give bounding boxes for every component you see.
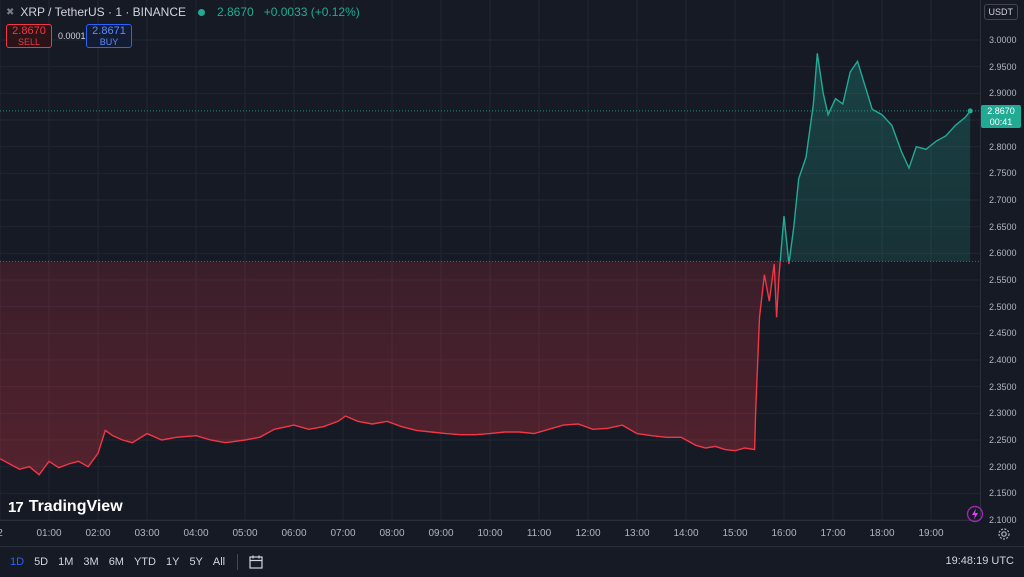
spread-value: 0.0001: [58, 31, 86, 41]
price-tick-label: 2.3500: [989, 381, 1017, 392]
time-tick-label: 2: [0, 528, 3, 539]
price-tick-label: 2.1500: [989, 488, 1017, 499]
last-price-tag: 2.8670 00:41: [981, 105, 1021, 128]
time-tick-label: 13:00: [624, 528, 650, 539]
lightning-icon[interactable]: [966, 505, 984, 523]
time-tick-label: 12:00: [575, 528, 601, 539]
time-tick-label: 17:00: [820, 528, 846, 539]
calendar-icon[interactable]: [248, 554, 264, 570]
time-axis[interactable]: 2 01:00 02:00 03:00 04:00 05:00 06:00 07:00 08:0…: [0, 520, 980, 547]
last-price-point: [967, 108, 973, 114]
range-button-1y[interactable]: 1Y: [166, 556, 179, 568]
sell-button[interactable]: 2.8670 SELL: [6, 24, 52, 48]
time-tick-label: 07:00: [330, 528, 356, 539]
price-tick-label: 2.5500: [989, 275, 1017, 285]
price-axis[interactable]: 3.00002.95002.90002.85002.80002.75002.70…: [980, 0, 1024, 525]
logo-mark: 17: [8, 498, 24, 516]
range-button-6m[interactable]: 6M: [109, 556, 124, 568]
price-tick-label: 2.2500: [989, 435, 1017, 445]
symbol-title[interactable]: XRP / TetherUS · 1 · BINANCE: [20, 5, 186, 19]
price-tick-label: 2.1000: [989, 515, 1017, 525]
chart-area[interactable]: [0, 0, 980, 520]
range-button-5d[interactable]: 5D: [34, 556, 48, 568]
price-tick-label: 3.0000: [989, 35, 1017, 45]
time-tick-label: 06:00: [281, 528, 307, 539]
time-tick-label: 15:00: [722, 528, 748, 539]
time-tick-label: 05:00: [232, 528, 258, 539]
tradingview-logo[interactable]: 17 TradingView: [8, 498, 123, 516]
buy-price: 2.8671: [92, 25, 126, 37]
price-tick-label: 2.8000: [989, 141, 1017, 152]
time-tick-label: 14:00: [673, 528, 699, 539]
time-tick-label: 18:00: [869, 528, 895, 539]
price-tick-label: 2.4000: [989, 355, 1017, 365]
time-tick-label: 11:00: [526, 528, 552, 539]
price-tick-label: 2.9000: [989, 88, 1017, 99]
utc-clock[interactable]: 19:48:19 UTC: [946, 555, 1014, 567]
price-tick-label: 2.3000: [989, 408, 1017, 419]
price-tick-label: 2.7500: [989, 168, 1017, 179]
time-tick-label: 04:00: [183, 528, 209, 539]
time-tick-label: 09:00: [428, 528, 454, 539]
toolbar-divider: [237, 554, 239, 570]
time-tick-label: 16:00: [771, 528, 797, 539]
legend-change: +0.0033 (+0.12%): [263, 5, 360, 19]
time-tick-label: 03:00: [134, 528, 160, 539]
range-button-ytd[interactable]: YTD: [134, 556, 156, 568]
time-tick-label: 10:00: [477, 528, 503, 539]
time-tick-label: 01:00: [36, 528, 62, 539]
last-price-tag-countdown: 00:41: [989, 117, 1013, 127]
sell-label: SELL: [17, 37, 41, 47]
settings-icon[interactable]: [997, 527, 1011, 541]
range-button-1d[interactable]: 1D: [10, 556, 24, 568]
price-tick-label: 2.9500: [989, 61, 1017, 72]
time-tick-label: 08:00: [379, 528, 405, 539]
logo-text: TradingView: [28, 498, 123, 515]
bottom-toolbar: 1D 5D 1M 3M 6M YTD 1Y 5Y All 19:48:19 UTC: [0, 546, 1024, 577]
last-price-tag-price: 2.8670: [987, 106, 1015, 116]
buy-button[interactable]: 2.8671 BUY: [86, 24, 132, 48]
sell-price: 2.8670: [12, 25, 46, 37]
buy-label: BUY: [99, 37, 119, 47]
status-dot: [198, 8, 205, 16]
time-tick-label: 19:00: [918, 528, 944, 539]
symbol-legend: ✖ XRP / TetherUS · 1 · BINANCE 2.8670 +0…: [6, 5, 360, 19]
range-button-3m[interactable]: 3M: [83, 556, 98, 568]
price-tick-label: 2.7000: [989, 195, 1017, 205]
range-button-5y[interactable]: 5Y: [189, 556, 202, 568]
time-tick-label: 02:00: [85, 528, 111, 539]
price-tick-label: 2.6500: [989, 221, 1017, 232]
price-tick-label: 2.6000: [989, 248, 1017, 259]
price-tick-label: 2.5000: [989, 301, 1017, 312]
collapse-icon[interactable]: ✖: [6, 7, 14, 18]
range-button-all[interactable]: All: [213, 556, 225, 568]
range-buttons: 1D 5D 1M 3M 6M YTD 1Y 5Y All: [0, 556, 225, 568]
price-chart[interactable]: [0, 0, 980, 520]
legend-last-price: 2.8670: [217, 5, 254, 19]
price-tick-label: 2.2000: [989, 461, 1017, 472]
range-button-1m[interactable]: 1M: [58, 556, 73, 568]
price-tick-label: 2.4500: [989, 328, 1017, 339]
